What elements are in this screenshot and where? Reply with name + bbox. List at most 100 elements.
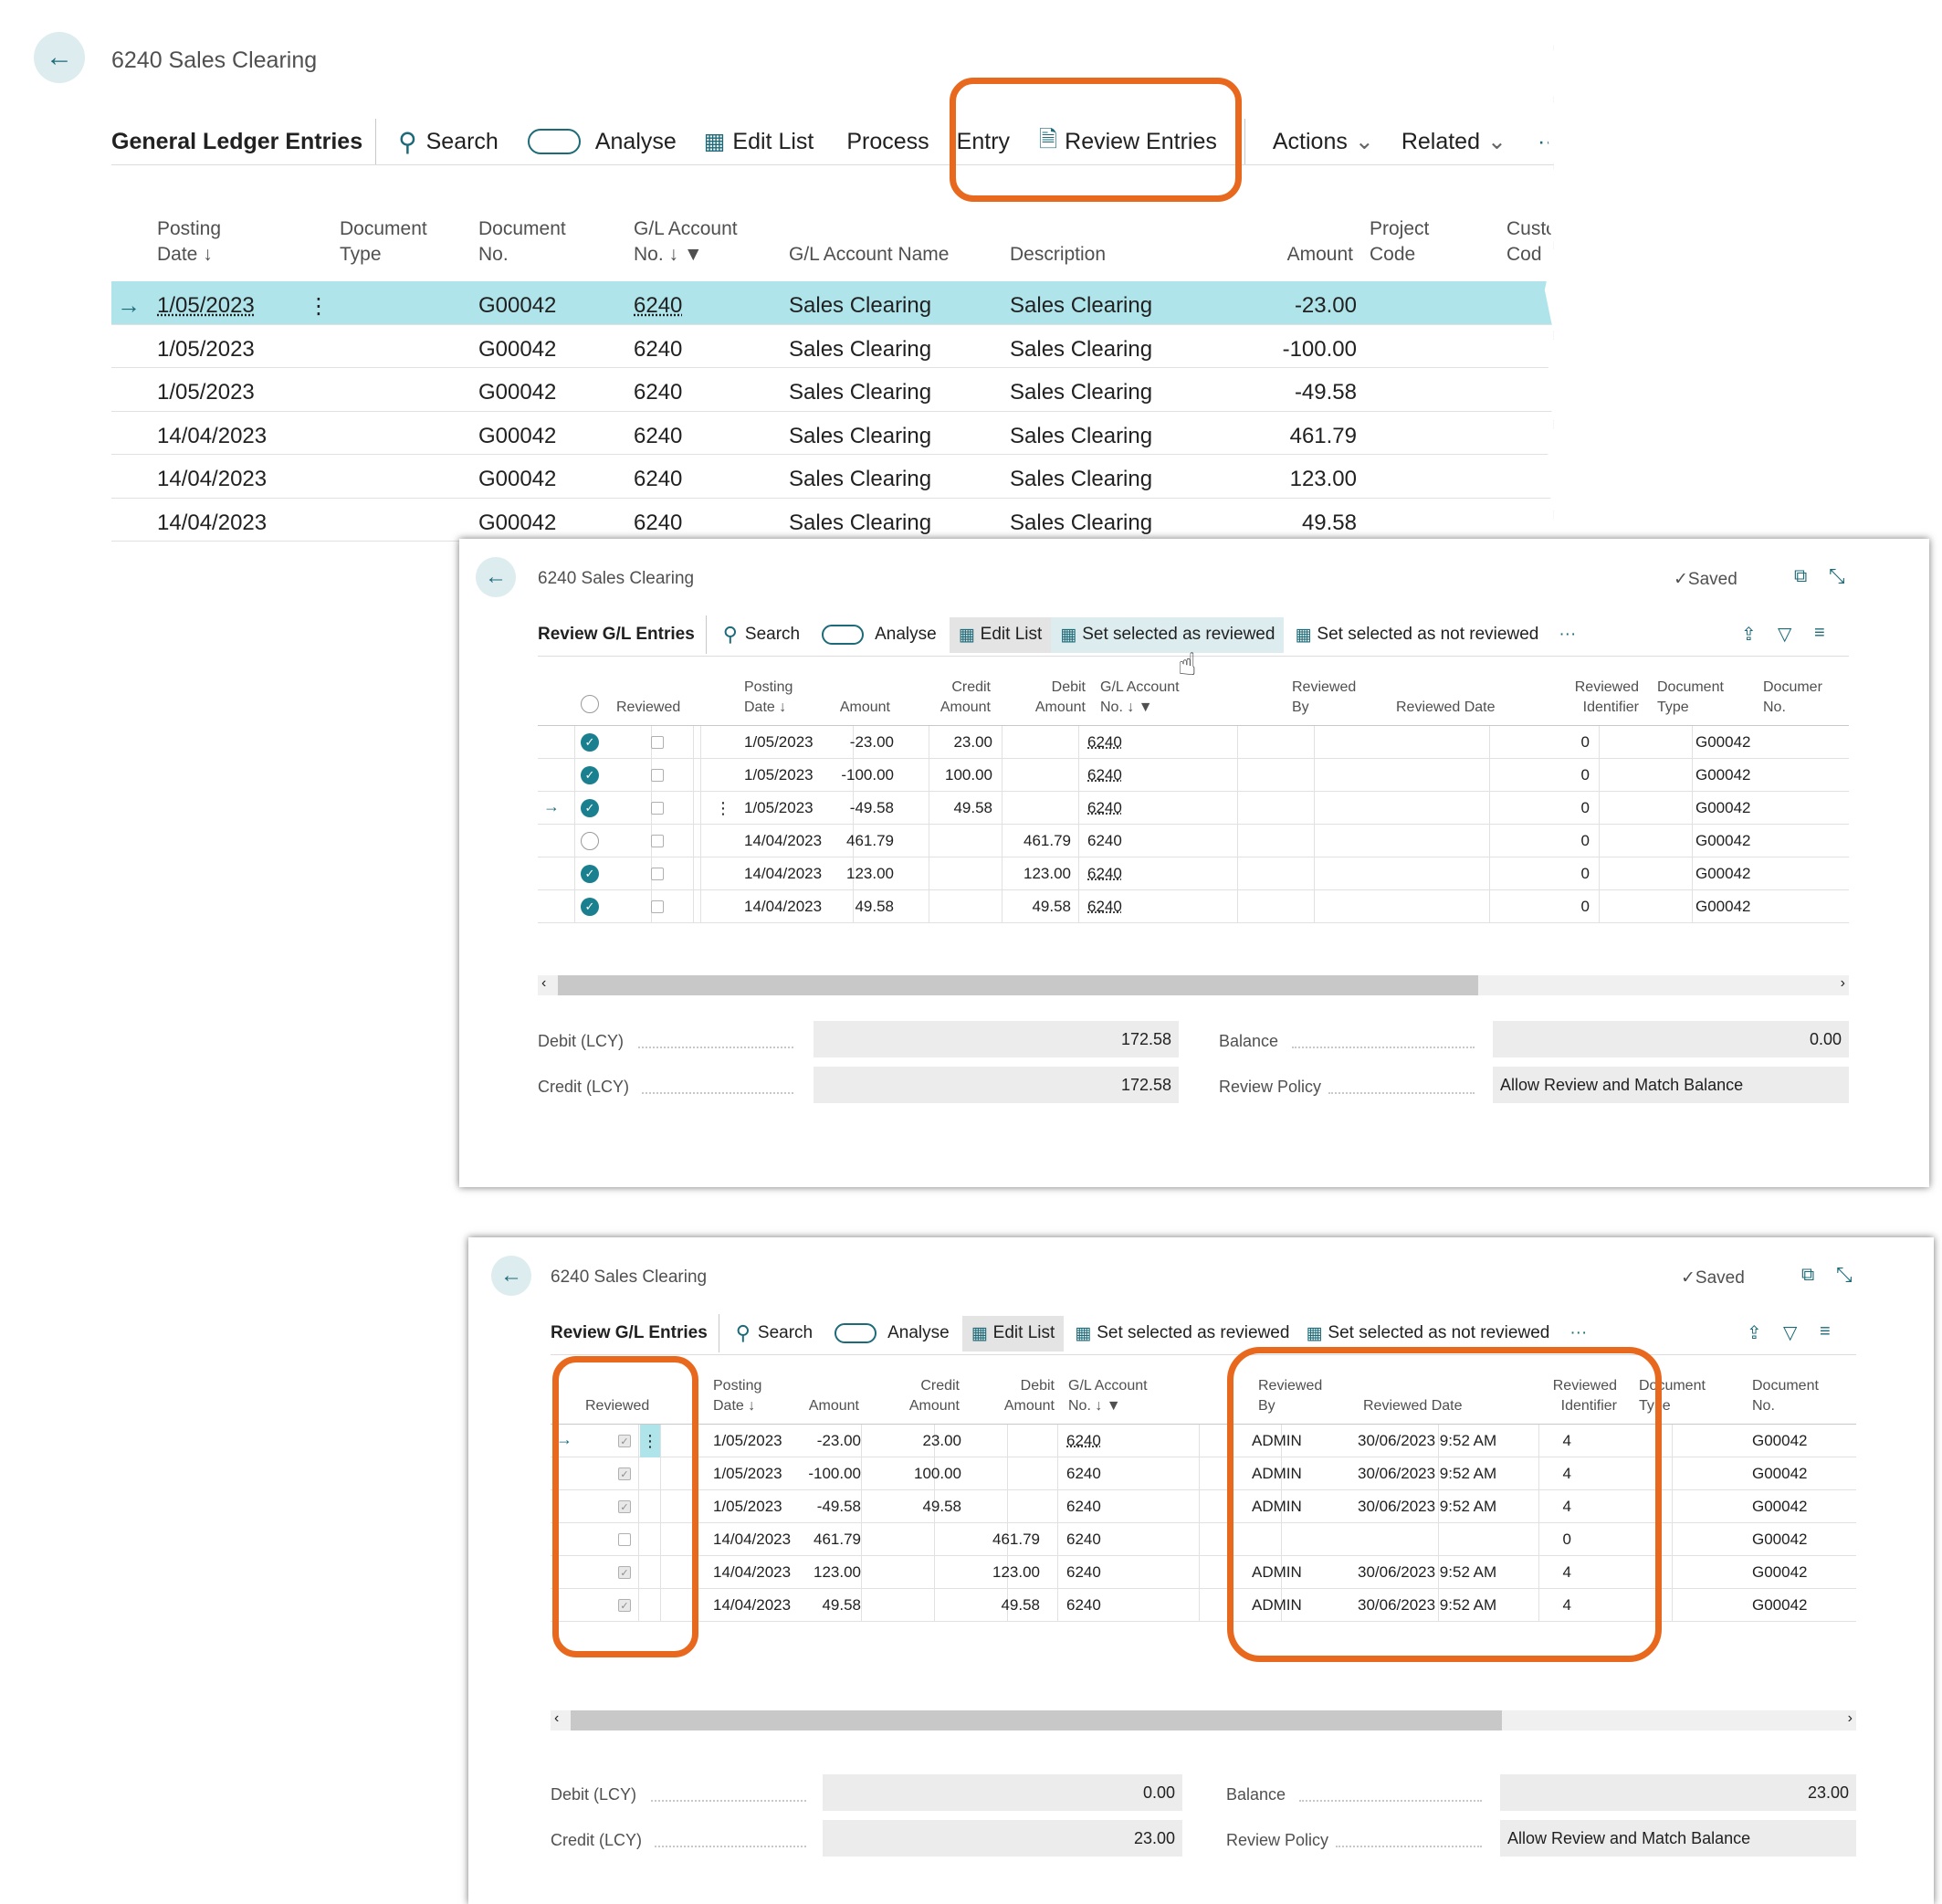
back-button[interactable]: ← xyxy=(476,557,516,597)
row-select-radio[interactable]: ✓ xyxy=(581,865,599,883)
scroll-right-icon[interactable]: › xyxy=(1848,1710,1853,1727)
share-icon[interactable]: ⇪ xyxy=(1747,1321,1762,1344)
search-button[interactable]: ⚲ Search xyxy=(736,1321,813,1345)
col-customer-code[interactable]: Custo Cod xyxy=(1506,216,1554,268)
back-button[interactable]: ← xyxy=(491,1256,531,1296)
gl-account-no-cell[interactable]: 6240 xyxy=(1087,733,1122,752)
select-all-radio[interactable] xyxy=(581,695,599,713)
col-document-no[interactable]: Document No. xyxy=(1752,1376,1819,1415)
list-view-icon[interactable]: ≡ xyxy=(1814,623,1825,644)
reviewed-checkbox[interactable] xyxy=(651,769,664,782)
col-debit-amount[interactable]: Debit Amount xyxy=(967,1376,1055,1415)
col-reviewed-identifier[interactable]: Reviewed Identifier xyxy=(1542,678,1639,717)
row-select-radio[interactable]: ✓ xyxy=(581,766,599,784)
more-options-icon[interactable]: ··· xyxy=(1569,1323,1587,1343)
gl-account-no-cell[interactable]: 6240 xyxy=(1087,766,1122,784)
gl-account-no-cell: 6240 xyxy=(1066,1498,1101,1515)
open-new-window-icon[interactable]: ⧉ xyxy=(1794,566,1807,587)
process-menu[interactable]: Process xyxy=(846,129,929,155)
row-select-radio[interactable] xyxy=(581,832,599,850)
open-new-window-icon[interactable]: ⧉ xyxy=(1801,1265,1814,1286)
search-button[interactable]: ⚲ Search xyxy=(723,623,800,647)
edit-list-button[interactable]: ▦ Edit List xyxy=(949,616,1052,653)
col-project-code[interactable]: Project Code xyxy=(1370,216,1429,268)
filter-icon[interactable]: ▽ xyxy=(1778,623,1791,646)
analyse-toggle[interactable]: Analyse xyxy=(835,1323,950,1343)
table-row[interactable]: 14/04/2023 G00042 6240 Sales Clearing Sales … xyxy=(111,412,1554,455)
scroll-left-icon[interactable]: ‹ xyxy=(541,975,546,992)
col-gl-account-name[interactable]: G/L Account Name xyxy=(789,242,949,268)
search-button[interactable]: ⚲ Search xyxy=(398,127,499,157)
table-row[interactable]: 14/04/2023 G00042 6240 Sales Clearing Sales … xyxy=(111,499,1554,542)
edit-list-button[interactable]: ▦ Edit List xyxy=(961,1315,1065,1352)
col-amount[interactable]: Amount xyxy=(772,698,890,718)
gl-account-no-cell[interactable]: 6240 xyxy=(1087,799,1122,817)
col-gl-account-no[interactable]: G/L Account No. ↓ ▼ xyxy=(1100,678,1180,717)
row-menu-icon[interactable]: ⋮ xyxy=(308,293,330,320)
col-gl-account-no[interactable]: G/L Account No. ↓ ▼ xyxy=(1068,1376,1148,1415)
col-gl-account-no[interactable]: G/L Account No. ↓ ▼ xyxy=(634,216,738,268)
table-row[interactable]: ✓ 1/05/2023 -23.00 23.00 6240 0 G00042 xyxy=(538,726,1849,759)
gl-account-no-cell[interactable]: 6240 xyxy=(1087,898,1122,916)
related-menu[interactable]: Related ⌄ xyxy=(1401,128,1506,155)
analyse-toggle[interactable]: Analyse xyxy=(527,129,677,155)
col-posting-date[interactable]: Posting Date ↓ xyxy=(157,216,221,268)
table-row[interactable]: 1/05/2023 G00042 6240 Sales Clearing Sales C… xyxy=(111,325,1554,368)
reviewed-checkbox[interactable] xyxy=(651,900,664,913)
actions-menu[interactable]: Actions ⌄ xyxy=(1273,128,1374,155)
table-row[interactable]: ✓ 14/04/2023 123.00 123.00 6240 0 G00042 xyxy=(538,857,1849,890)
edit-list-button[interactable]: ▦ Edit List xyxy=(704,128,814,155)
col-credit-amount[interactable]: Credit Amount xyxy=(872,1376,960,1415)
row-select-radio[interactable]: ✓ xyxy=(581,733,599,752)
scrollbar-thumb[interactable] xyxy=(558,975,1478,995)
table-row[interactable]: 1/05/2023 G00042 6240 Sales Clearing Sales C… xyxy=(111,368,1554,412)
table-row[interactable]: ✓ 1/05/2023 -100.00 100.00 6240 0 G00042 xyxy=(538,759,1849,792)
col-debit-amount[interactable]: Debit Amount xyxy=(998,678,1086,717)
horizontal-scrollbar[interactable]: ‹ › xyxy=(538,975,1849,995)
gl-account-no-cell[interactable]: 6240 xyxy=(1066,1432,1101,1450)
scroll-left-icon[interactable]: ‹ xyxy=(554,1710,559,1727)
col-credit-amount[interactable]: Credit Amount xyxy=(903,678,991,717)
col-description[interactable]: Description xyxy=(1010,242,1106,268)
reviewed-checkbox[interactable] xyxy=(651,868,664,880)
col-amount[interactable]: Amount xyxy=(1234,242,1353,268)
gl-account-no-cell[interactable]: 6240 xyxy=(1087,865,1122,883)
col-amount[interactable]: Amount xyxy=(740,1396,859,1416)
back-button[interactable]: ← xyxy=(34,32,85,83)
col-reviewed[interactable]: Reviewed xyxy=(616,698,680,718)
analyse-toggle[interactable]: Analyse xyxy=(822,625,937,645)
set-selected-not-reviewed-button[interactable]: ▦ Set selected as not reviewed xyxy=(1306,1323,1549,1344)
share-icon[interactable]: ⇪ xyxy=(1741,623,1757,646)
collapse-icon[interactable]: ⤡ xyxy=(1836,1263,1853,1287)
set-selected-not-reviewed-button[interactable]: ▦ Set selected as not reviewed xyxy=(1295,625,1538,646)
posting-date-cell[interactable]: 1/05/2023 xyxy=(157,293,255,319)
col-reviewed-date[interactable]: Reviewed Date xyxy=(1396,698,1496,718)
col-document-no[interactable]: Document No. xyxy=(478,216,566,268)
reviewed-checkbox[interactable] xyxy=(651,835,664,847)
set-selected-reviewed-button[interactable]: ▦ Set selected as reviewed xyxy=(1075,1323,1289,1344)
table-row[interactable]: → ⋮ ✓ 1/05/2023 -49.58 49.58 6240 0 G00042 xyxy=(538,792,1849,825)
more-options-icon[interactable]: ··· xyxy=(1538,129,1554,155)
table-row[interactable]: 14/04/2023 G00042 6240 Sales Clearing Sales … xyxy=(111,455,1554,499)
row-select-radio[interactable]: ✓ xyxy=(581,898,599,916)
more-options-icon[interactable]: ··· xyxy=(1559,625,1576,645)
gl-account-no-cell[interactable]: 6240 xyxy=(634,293,682,319)
table-row[interactable]: ✓ 14/04/2023 49.58 49.58 6240 0 G00042 xyxy=(538,890,1849,923)
col-document-type[interactable]: Document Type xyxy=(1657,678,1724,717)
list-view-icon[interactable]: ≡ xyxy=(1820,1321,1831,1342)
filter-icon[interactable]: ▽ xyxy=(1783,1321,1797,1344)
scrollbar-thumb[interactable] xyxy=(571,1710,1502,1730)
col-document-type[interactable]: Document Type xyxy=(340,216,427,268)
horizontal-scrollbar[interactable]: ‹ › xyxy=(551,1710,1856,1730)
table-row[interactable]: → ⋮ 1/05/2023 G00042 6240 Sales Clearing Sales… xyxy=(111,281,1554,325)
row-menu-icon[interactable]: ⋮ xyxy=(715,799,731,818)
reviewed-checkbox[interactable] xyxy=(651,802,664,815)
set-selected-reviewed-button[interactable]: ▦ Set selected as reviewed xyxy=(1051,616,1285,653)
col-reviewed-by[interactable]: Reviewed By xyxy=(1292,678,1356,717)
reviewed-checkbox[interactable] xyxy=(651,736,664,749)
scroll-right-icon[interactable]: › xyxy=(1841,975,1845,992)
col-document-no[interactable]: Documer No. xyxy=(1763,678,1822,717)
row-select-radio[interactable]: ✓ xyxy=(581,799,599,817)
collapse-icon[interactable]: ⤡ xyxy=(1829,564,1845,588)
table-row[interactable]: 14/04/2023 461.79 461.79 6240 0 G00042 xyxy=(538,825,1849,857)
